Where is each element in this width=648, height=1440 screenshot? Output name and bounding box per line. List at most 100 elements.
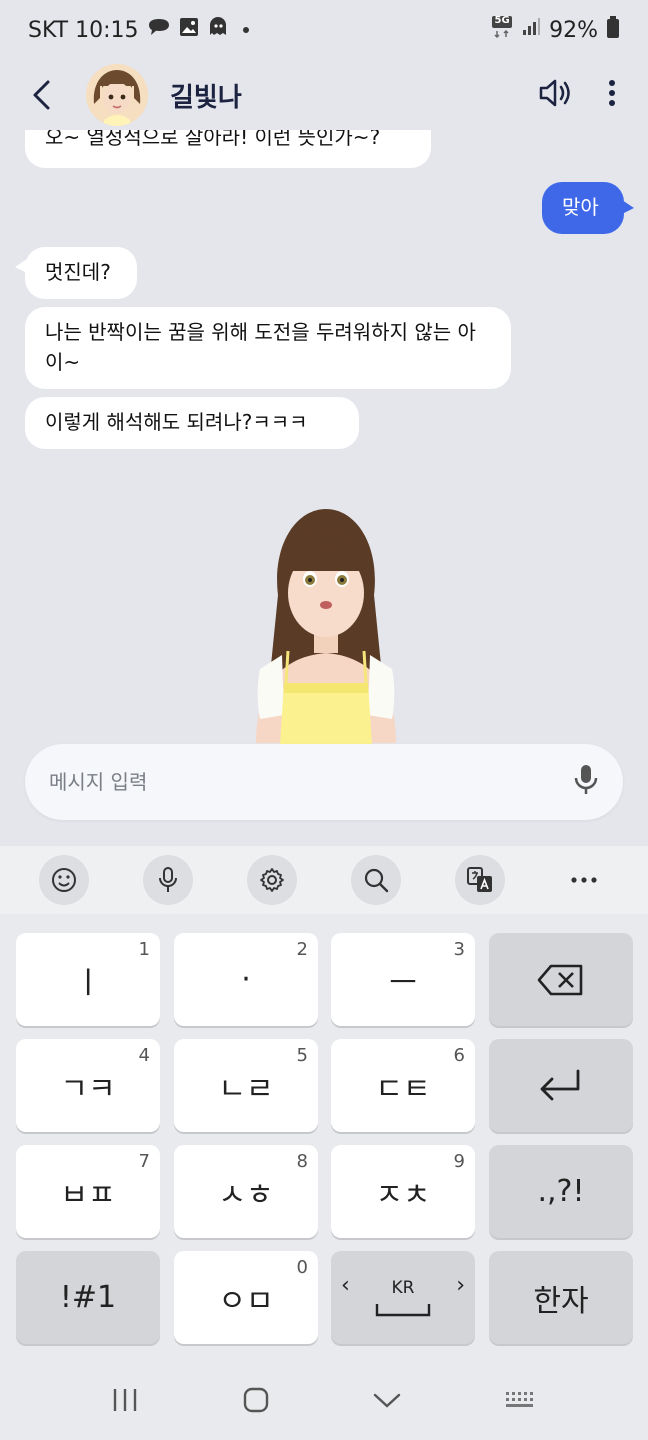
- microphone-icon: [159, 867, 177, 892]
- message-text: 오~ 열정적으로 살아라! 이런 뜻인가~?: [45, 130, 381, 149]
- backspace-key[interactable]: [489, 933, 633, 1026]
- more-horiz-icon: [571, 877, 597, 883]
- status-bar: SKT 10:15 5G 92%: [0, 0, 648, 60]
- message-text: 맞아: [562, 195, 599, 219]
- key-label: 한자: [533, 1283, 589, 1319]
- key-dot[interactable]: 2 ·: [174, 933, 318, 1026]
- translate-button[interactable]: [455, 855, 505, 905]
- keyboard-icon: [505, 1392, 533, 1407]
- gear-icon: [260, 868, 284, 892]
- key-number: 8: [296, 1151, 308, 1172]
- settings-button[interactable]: [247, 855, 297, 905]
- more-options-button[interactable]: [559, 855, 609, 905]
- key-ieung[interactable]: 0 ㅇㅁ: [174, 1251, 318, 1344]
- keyboard-toolbar: [0, 846, 648, 914]
- battery-icon: [606, 16, 620, 44]
- punctuation-key[interactable]: .,?!: [489, 1145, 633, 1238]
- key-nieun[interactable]: 5 ㄴㄹ: [174, 1039, 318, 1132]
- translate-icon: [467, 867, 492, 892]
- enter-icon: [540, 1069, 580, 1100]
- enter-key[interactable]: [489, 1039, 633, 1132]
- message-bubble-self[interactable]: 맞아: [542, 182, 634, 234]
- key-label: .,?!: [537, 1174, 585, 1209]
- key-giyeok[interactable]: 4 ㄱㅋ: [16, 1039, 160, 1132]
- key-eu[interactable]: 3ㅡ: [331, 933, 475, 1026]
- key-number: 3: [453, 939, 465, 960]
- chat-header: 길빛나: [0, 60, 648, 130]
- key-label: ·: [241, 962, 251, 997]
- symbols-key[interactable]: !#1: [16, 1251, 160, 1344]
- key-number: 7: [138, 1151, 150, 1172]
- network-type-icon: 5G: [491, 15, 513, 45]
- recents-icon: [114, 1389, 137, 1411]
- emoji-button[interactable]: [39, 855, 89, 905]
- key-number: 4: [138, 1045, 150, 1066]
- chevron-right-icon: ›: [456, 1273, 465, 1298]
- back-button[interactable]: [20, 73, 64, 117]
- message-text: 멋진데?: [45, 260, 111, 284]
- message-bubble[interactable]: 오~ 열정적으로 살아라! 이런 뜻인가~?: [25, 130, 431, 168]
- backspace-icon: [537, 964, 583, 995]
- signal-icon: [521, 17, 541, 43]
- contact-avatar[interactable]: [86, 64, 148, 126]
- key-label: !#1: [59, 1280, 117, 1315]
- speaker-button[interactable]: [538, 77, 574, 113]
- app-notification-icon: [207, 17, 229, 43]
- back-arrow-icon: [33, 80, 50, 110]
- key-label: ㅡ: [389, 965, 417, 1001]
- key-bieup[interactable]: 7 ㅂㅍ: [16, 1145, 160, 1238]
- bubble-tail: [622, 200, 634, 214]
- contact-name: 길빛나: [170, 82, 242, 113]
- key-label: ㅈㅊ: [375, 1177, 431, 1213]
- carrier-time: SKT 10:15: [28, 17, 139, 43]
- gallery-notification-icon: [179, 17, 199, 43]
- search-button[interactable]: [351, 855, 401, 905]
- microphone-icon: [574, 765, 598, 794]
- key-i[interactable]: 1ㅣ: [16, 933, 160, 1026]
- language-label: KR: [391, 1277, 415, 1298]
- search-icon: [364, 868, 389, 893]
- voice-typing-button[interactable]: [143, 855, 193, 905]
- key-label: ㄷㅌ: [375, 1071, 431, 1107]
- message-text: 나는 반짝이는 꿈을 위해 도전을 두려워하지 않는 아이~: [45, 320, 476, 374]
- emoji-icon: [52, 868, 76, 892]
- key-digeut[interactable]: 6 ㄷㅌ: [331, 1039, 475, 1132]
- key-siot[interactable]: 8 ㅅㅎ: [174, 1145, 318, 1238]
- message-bubble[interactable]: 나는 반짝이는 꿈을 위해 도전을 두려워하지 않는 아이~: [25, 307, 511, 389]
- avatar-character[interactable]: [246, 505, 406, 745]
- key-label: ㅇㅁ: [218, 1283, 274, 1319]
- key-number: 2: [296, 939, 308, 960]
- more-vert-icon: [609, 80, 615, 106]
- key-label: ㅂㅍ: [60, 1177, 116, 1213]
- space-bar-icon: [375, 1303, 431, 1316]
- space-key[interactable]: KR ‹ ›: [331, 1251, 475, 1344]
- hanja-key[interactable]: 한자: [489, 1251, 633, 1344]
- chat-notification-icon: [147, 17, 171, 43]
- message-text: 이렇게 해석해도 되려나?ㅋㅋㅋ: [45, 410, 308, 434]
- back-nav-button[interactable]: [372, 1390, 402, 1414]
- chevron-left-icon: ‹: [341, 1273, 350, 1298]
- message-input-bar: [25, 744, 623, 820]
- message-bubble[interactable]: 이렇게 해석해도 되려나?ㅋㅋㅋ: [25, 397, 359, 449]
- more-options-button[interactable]: [608, 79, 616, 111]
- key-label: ㄴㄹ: [218, 1071, 274, 1107]
- key-number: 6: [453, 1045, 465, 1066]
- key-number: 5: [296, 1045, 308, 1066]
- chevron-down-icon: [374, 1393, 401, 1408]
- keyboard-switch-button[interactable]: [505, 1390, 537, 1414]
- message-input[interactable]: [49, 770, 573, 794]
- more-notifications-icon: [242, 27, 249, 33]
- home-button[interactable]: [242, 1386, 270, 1418]
- recents-button[interactable]: [111, 1387, 139, 1417]
- keyboard: 1ㅣ 2 · 3ㅡ 4 ㄱㅋ 5 ㄴㄹ 6 ㄷㅌ 7 ㅂㅍ 8 ㅅㅎ 9 ㅈㅊ .,?! !#…: [0, 914, 648, 1364]
- voice-input-button[interactable]: [573, 763, 599, 801]
- key-number: 1: [138, 939, 150, 960]
- home-icon: [243, 1387, 268, 1413]
- network-type-label: 5G: [494, 15, 510, 26]
- battery-percent: 92%: [549, 17, 598, 43]
- speaker-icon: [539, 79, 570, 107]
- navigation-bar: [0, 1364, 648, 1440]
- key-jieut[interactable]: 9 ㅈㅊ: [331, 1145, 475, 1238]
- key-label: ㄱㅋ: [60, 1071, 116, 1107]
- message-bubble[interactable]: 멋진데?: [15, 247, 137, 299]
